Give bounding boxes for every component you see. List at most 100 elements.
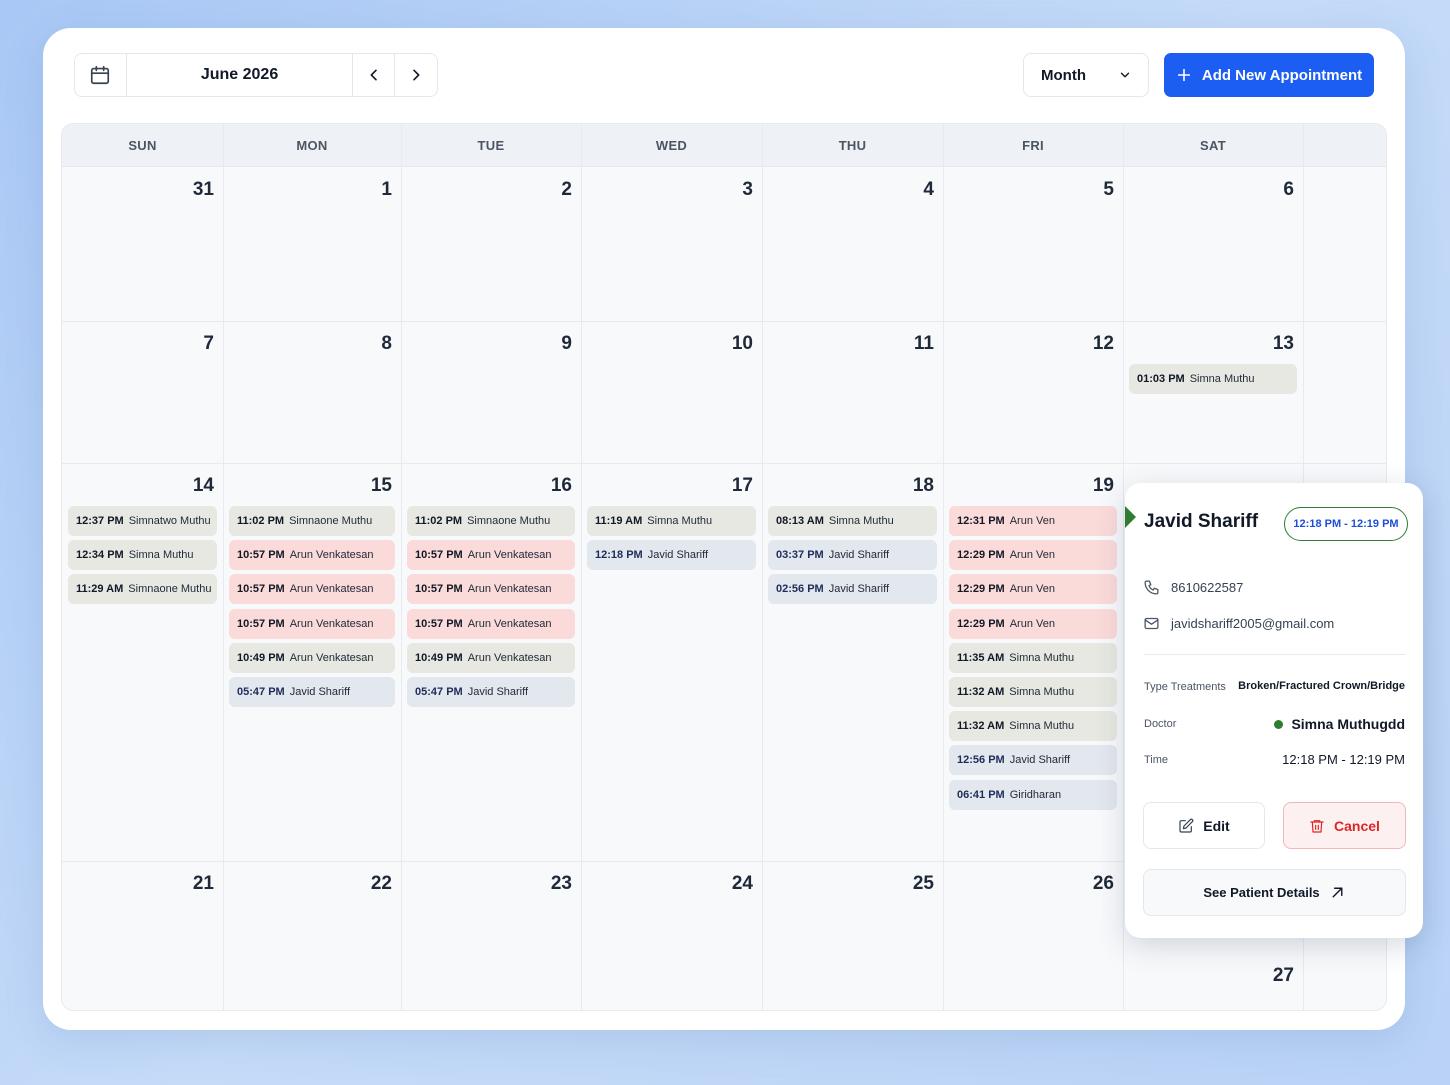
appointment-chip[interactable]: 12:56 PM Javid Shariff bbox=[949, 745, 1117, 776]
appointment-chip[interactable]: 10:49 PM Arun Venkatesan bbox=[407, 642, 575, 673]
appointment-chip[interactable]: 11:19 AM Simna Muthu bbox=[587, 506, 756, 536]
phone-icon bbox=[1144, 580, 1159, 595]
calendar-icon[interactable] bbox=[75, 54, 127, 96]
appointment-time: 10:57 PM bbox=[415, 583, 463, 596]
appointment-patient: Javid Shariff bbox=[289, 686, 351, 698]
day-number: 21 bbox=[192, 873, 214, 894]
day-number: 26 bbox=[1092, 873, 1114, 894]
edit-label: Edit bbox=[1203, 817, 1230, 834]
appointment-patient: Javid Shariff bbox=[1009, 754, 1071, 767]
appointment-chip[interactable]: 12:18 PM Javid Shariff bbox=[587, 540, 756, 571]
appointment-time: 10:57 PM bbox=[237, 617, 285, 630]
day-number: 18 bbox=[912, 475, 934, 496]
appointment-chip[interactable]: 05:47 PM Javid Shariff bbox=[229, 677, 395, 707]
appointment-chip[interactable]: 12:37 PM Simnatwo Muthu bbox=[68, 506, 217, 536]
doctor-value: Simna Muthugdd bbox=[1274, 716, 1405, 732]
weekday-sat: SAT bbox=[1200, 138, 1226, 153]
appointment-patient: Javid Shariff bbox=[647, 549, 709, 562]
appointment-chip[interactable]: 02:56 PM Javid Shariff bbox=[768, 574, 937, 605]
appointment-chip[interactable]: 06:41 PM Giridharan bbox=[949, 779, 1117, 810]
appointment-patient: Arun Venkatesan bbox=[289, 617, 374, 630]
day-number: 16 bbox=[550, 475, 572, 496]
appointment-chip[interactable]: 11:02 PM Simnaone Muthu bbox=[229, 506, 395, 536]
appointment-patient: Javid Shariff bbox=[467, 686, 529, 698]
appointment-time: 11:02 PM bbox=[237, 515, 285, 527]
day-number: 4 bbox=[923, 179, 934, 200]
add-appointment-button[interactable]: Add New Appointment bbox=[1164, 53, 1374, 97]
appointment-time: 10:57 PM bbox=[237, 549, 285, 562]
view-select-value: Month bbox=[1041, 66, 1086, 84]
appointment-patient: Simna Muthu bbox=[647, 515, 713, 527]
appointment-time: 12:31 PM bbox=[957, 515, 1005, 527]
appointment-chip[interactable]: 11:32 AM Simna Muthu bbox=[949, 677, 1117, 707]
appointment-chip[interactable]: 10:57 PM Arun Venkatesan bbox=[407, 608, 575, 639]
appointment-chip[interactable]: 11:02 PM Simnaone Muthu bbox=[407, 506, 575, 536]
appointment-chip[interactable]: 10:57 PM Arun Venkatesan bbox=[229, 574, 395, 605]
day-number: 19 bbox=[1092, 475, 1114, 496]
doctor-status-dot bbox=[1274, 719, 1284, 729]
appointment-chip[interactable]: 11:32 AM Simna Muthu bbox=[949, 711, 1117, 742]
edit-button[interactable]: Edit bbox=[1143, 802, 1265, 849]
weekday-tue: TUE bbox=[477, 138, 505, 153]
appointment-time: 11:32 AM bbox=[957, 686, 1005, 698]
appointment-chip[interactable]: 10:49 PM Arun Venkatesan bbox=[229, 642, 395, 673]
appointment-chip[interactable]: 01:03 PM Simna Muthu bbox=[1129, 364, 1297, 394]
day-number: 1 bbox=[381, 179, 392, 200]
appointment-patient: Javid Shariff bbox=[828, 549, 890, 562]
appointment-chip[interactable]: 11:35 AM Simna Muthu bbox=[949, 642, 1117, 673]
appointment-chip[interactable]: 08:13 AM Simna Muthu bbox=[768, 506, 937, 536]
appointment-time: 12:29 PM bbox=[957, 583, 1005, 596]
see-patient-details-button[interactable]: See Patient Details bbox=[1143, 869, 1406, 916]
current-month-label[interactable]: June 2026 bbox=[127, 54, 354, 96]
prev-month-button[interactable] bbox=[353, 54, 396, 96]
appointment-chip[interactable]: 12:29 PM Arun Ven bbox=[949, 540, 1117, 571]
appointment-time: 02:56 PM bbox=[776, 583, 824, 596]
day-number: 10 bbox=[731, 333, 753, 354]
cancel-label: Cancel bbox=[1334, 817, 1380, 834]
appointment-chip[interactable]: 03:37 PM Javid Shariff bbox=[768, 540, 937, 571]
view-select[interactable]: Month bbox=[1023, 53, 1149, 97]
appointment-chip[interactable]: 12:29 PM Arun Ven bbox=[949, 574, 1117, 605]
day-number: 22 bbox=[370, 873, 392, 894]
divider bbox=[1144, 654, 1406, 655]
appointment-chip[interactable]: 12:31 PM Arun Ven bbox=[949, 506, 1117, 536]
popover-pointer bbox=[1125, 506, 1136, 528]
appointment-chip[interactable]: 12:29 PM Arun Ven bbox=[949, 608, 1117, 639]
appointment-patient: Javid Shariff bbox=[828, 583, 890, 596]
appointment-patient: Arun Venkatesan bbox=[467, 583, 552, 596]
day-number: 11 bbox=[913, 333, 934, 354]
appointment-time: 05:47 PM bbox=[415, 686, 463, 698]
appointment-chip[interactable]: 10:57 PM Arun Venkatesan bbox=[407, 574, 575, 605]
appointment-time: 11:32 AM bbox=[957, 720, 1005, 733]
appointment-patient: Simna Muthu bbox=[1009, 720, 1075, 733]
patient-email[interactable]: javidshariff2005@gmail.com bbox=[1171, 616, 1334, 631]
appointment-patient: Arun Ven bbox=[1009, 515, 1055, 527]
appointment-chip[interactable]: 11:29 AM Simnaone Muthu bbox=[68, 574, 217, 605]
appointment-time: 05:47 PM bbox=[237, 686, 285, 698]
day-number: 27 bbox=[1272, 965, 1294, 986]
doctor-name: Simna Muthugdd bbox=[1291, 716, 1405, 732]
appointment-time: 10:57 PM bbox=[415, 617, 463, 630]
appointment-patient: Simna Muthu bbox=[128, 549, 194, 562]
weekday-sun: SUN bbox=[128, 138, 157, 153]
appointment-time: 11:35 AM bbox=[957, 651, 1005, 664]
day-number: 12 bbox=[1092, 333, 1114, 354]
next-month-button[interactable] bbox=[395, 54, 437, 96]
cancel-button[interactable]: Cancel bbox=[1283, 802, 1406, 849]
appointment-patient: Giridharan bbox=[1009, 788, 1062, 801]
appointment-chip[interactable]: 10:57 PM Arun Venkatesan bbox=[229, 540, 395, 571]
appointment-popover: Javid Shariff 12:18 PM - 12:19 PM 861062… bbox=[1125, 483, 1423, 938]
appointment-chip[interactable]: 05:47 PM Javid Shariff bbox=[407, 677, 575, 707]
appointment-patient: Arun Venkatesan bbox=[467, 549, 552, 562]
appointment-chip[interactable]: 10:57 PM Arun Venkatesan bbox=[229, 608, 395, 639]
appointment-patient: Arun Ven bbox=[1009, 583, 1055, 596]
appointment-chip[interactable]: 12:34 PM Simna Muthu bbox=[68, 540, 217, 571]
appointment-chip[interactable]: 10:57 PM Arun Venkatesan bbox=[407, 540, 575, 571]
appointment-patient: Simnaone Muthu bbox=[128, 583, 212, 596]
appointment-patient: Simnaone Muthu bbox=[467, 515, 551, 527]
day-number: 3 bbox=[742, 179, 753, 200]
edit-icon bbox=[1179, 818, 1194, 833]
patient-phone[interactable]: 8610622587 bbox=[1171, 580, 1243, 595]
day-number: 31 bbox=[192, 179, 214, 200]
appointment-time: 11:19 AM bbox=[595, 515, 643, 527]
